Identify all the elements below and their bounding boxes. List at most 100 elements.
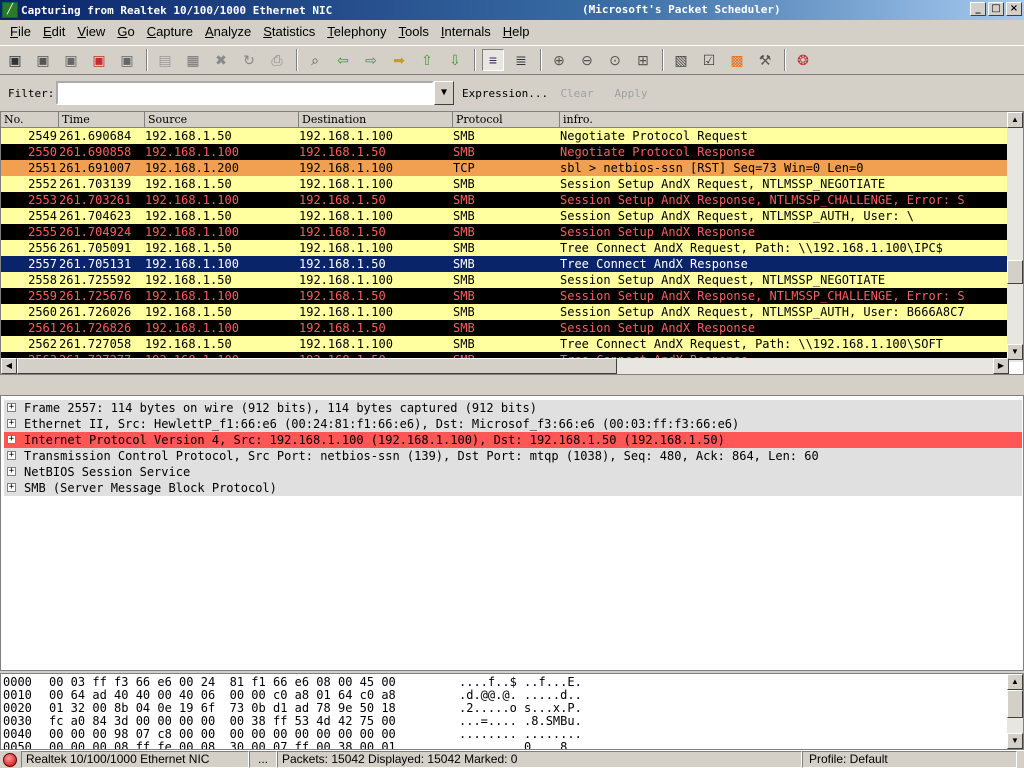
scroll-down-button[interactable]: ▼ xyxy=(1007,733,1023,749)
scroll-right-button[interactable]: ▶ xyxy=(993,358,1009,374)
scroll-thumb[interactable] xyxy=(1007,690,1023,718)
packet-row[interactable]: 2549 261.690684 192.168.1.50 192.168.1.100 S… xyxy=(1,128,1009,144)
go-forward-button[interactable]: ⇨ xyxy=(360,49,382,71)
options-button[interactable]: ▣ xyxy=(32,49,54,71)
menu-statistics[interactable]: Statistics xyxy=(257,22,321,42)
coloring-rules-button[interactable]: ▩ xyxy=(726,49,748,71)
menu-edit[interactable]: Edit xyxy=(37,22,71,42)
packet-row[interactable]: 2561 261.726826 192.168.1.100 192.168.1.50 S… xyxy=(1,320,1009,336)
status-profile[interactable]: Profile: Default xyxy=(802,751,1017,768)
expand-icon[interactable]: + xyxy=(7,451,16,460)
expression-button[interactable]: Expression... xyxy=(462,87,550,100)
restart-capture-button[interactable]: ▣ xyxy=(116,49,138,71)
packet-row[interactable]: 2558 261.725592 192.168.1.50 192.168.1.100 S… xyxy=(1,272,1009,288)
menu-view[interactable]: View xyxy=(71,22,111,42)
menu-go[interactable]: Go xyxy=(111,22,140,42)
apply-button[interactable]: Apply xyxy=(604,87,658,100)
scroll-thumb[interactable] xyxy=(1007,260,1023,284)
detail-row-netbios[interactable]: + NetBIOS Session Service xyxy=(4,464,1022,480)
capture-filters-button[interactable]: ▧ xyxy=(670,49,692,71)
packet-list-vscrollbar[interactable]: ▲ ▼ xyxy=(1007,112,1023,362)
open-file-button[interactable]: ▤ xyxy=(154,49,176,71)
column-header-protocol[interactable]: Protocol xyxy=(453,112,560,128)
packet-row[interactable]: 2552 261.703139 192.168.1.50 192.168.1.100 S… xyxy=(1,176,1009,192)
stop-capture-button[interactable]: ▣ xyxy=(88,49,110,71)
filter-input[interactable] xyxy=(56,81,434,105)
packet-no: 2555 xyxy=(28,225,57,239)
go-last-button[interactable]: ⇩ xyxy=(444,49,466,71)
find-packet-button[interactable]: ⌕ xyxy=(304,49,326,71)
packet-row[interactable]: 2554 261.704623 192.168.1.50 192.168.1.100 S… xyxy=(1,208,1009,224)
packet-destination: 192.168.1.100 xyxy=(299,241,393,255)
scroll-down-button[interactable]: ▼ xyxy=(1007,344,1023,360)
menu-capture[interactable]: Capture xyxy=(141,22,199,42)
resize-columns-icon: ⊞ xyxy=(637,51,649,68)
display-filters-button[interactable]: ☑ xyxy=(698,49,720,71)
go-first-button[interactable]: ⇧ xyxy=(416,49,438,71)
menu-help[interactable]: Help xyxy=(497,22,536,42)
menu-telephony[interactable]: Telephony xyxy=(321,22,392,42)
help-button[interactable]: ❂ xyxy=(792,49,814,71)
preferences-button[interactable]: ⚒ xyxy=(754,49,776,71)
detail-row-ip[interactable]: + Internet Protocol Version 4, Src: 192.1… xyxy=(4,432,1022,448)
expand-icon[interactable]: + xyxy=(7,467,16,476)
save-file-button[interactable]: ▦ xyxy=(182,49,204,71)
zoom-normal-button[interactable]: ⊙ xyxy=(604,49,626,71)
resize-columns-button[interactable]: ⊞ xyxy=(632,49,654,71)
capture-status-icon[interactable] xyxy=(3,752,17,767)
packet-row[interactable]: 2559 261.725676 192.168.1.100 192.168.1.50 S… xyxy=(1,288,1009,304)
scroll-up-button[interactable]: ▲ xyxy=(1007,112,1023,128)
packet-row[interactable]: 2555 261.704924 192.168.1.100 192.168.1.50 S… xyxy=(1,224,1009,240)
scroll-left-button[interactable]: ◀ xyxy=(1,358,17,374)
reload-button[interactable]: ↻ xyxy=(238,49,260,71)
packet-row[interactable]: 2551 261.691007 192.168.1.200 192.168.1.100… xyxy=(1,160,1009,176)
packet-row[interactable]: 2553 261.703261 192.168.1.100 192.168.1.50 S… xyxy=(1,192,1009,208)
packet-row[interactable]: 2557 261.705131 192.168.1.100 192.168.1.50 S… xyxy=(1,256,1009,272)
clear-button[interactable]: Clear xyxy=(550,87,604,100)
menu-file[interactable]: File xyxy=(4,22,37,42)
packet-list-hscrollbar[interactable]: ◀ ▶ xyxy=(1,358,1009,374)
packet-no: 2554 xyxy=(28,209,57,223)
close-file-button[interactable]: ✖ xyxy=(210,49,232,71)
detail-row-tcp[interactable]: + Transmission Control Protocol, Src Port… xyxy=(4,448,1022,464)
hscroll-thumb[interactable] xyxy=(17,358,617,374)
scroll-up-button[interactable]: ▲ xyxy=(1007,674,1023,690)
hex-vscrollbar[interactable]: ▲ ▼ xyxy=(1007,674,1023,749)
interfaces-button[interactable]: ▣ xyxy=(4,49,26,71)
menu-internals[interactable]: Internals xyxy=(435,22,497,42)
detail-text: Transmission Control Protocol, Src Port:… xyxy=(24,449,819,463)
colorize-button[interactable]: ≡ xyxy=(482,49,504,71)
column-header-source[interactable]: Source xyxy=(145,112,299,128)
expand-icon[interactable]: + xyxy=(7,435,16,444)
zoom-out-button[interactable]: ⊖ xyxy=(576,49,598,71)
zoom-in-button[interactable]: ⊕ xyxy=(548,49,570,71)
column-header-info[interactable]: infro. xyxy=(560,112,1009,128)
status-expert-button[interactable]: ... xyxy=(249,751,277,768)
menu-analyze[interactable]: Analyze xyxy=(199,22,257,42)
column-header-no[interactable]: No. xyxy=(1,112,59,128)
packet-row[interactable]: 2560 261.726026 192.168.1.50 192.168.1.100 S… xyxy=(1,304,1009,320)
expand-icon[interactable]: + xyxy=(7,419,16,428)
print-button[interactable]: ⎙ xyxy=(266,49,288,71)
expand-icon[interactable]: + xyxy=(7,483,16,492)
title-bar[interactable]: ╱ Capturing from Realtek 10/100/1000 Eth… xyxy=(0,0,1024,20)
close-button[interactable]: × xyxy=(1006,2,1022,16)
packet-row[interactable]: 2556 261.705091 192.168.1.50 192.168.1.100 S… xyxy=(1,240,1009,256)
filter-dropdown-button[interactable]: ▼ xyxy=(434,81,454,105)
go-back-button[interactable]: ⇦ xyxy=(332,49,354,71)
packet-row[interactable]: 2562 261.727058 192.168.1.50 192.168.1.100 S… xyxy=(1,336,1009,352)
expand-icon[interactable]: + xyxy=(7,403,16,412)
menu-tools[interactable]: Tools xyxy=(393,22,435,42)
go-to-packet-button[interactable]: ➡ xyxy=(388,49,410,71)
detail-row-frame[interactable]: + Frame 2557: 114 bytes on wire (912 bits… xyxy=(4,400,1022,416)
detail-row-smb[interactable]: + SMB (Server Message Block Protocol) xyxy=(4,480,1022,496)
auto-scroll-button[interactable]: ≣ xyxy=(510,49,532,71)
column-header-time[interactable]: Time xyxy=(59,112,145,128)
column-header-destination[interactable]: Destination xyxy=(299,112,453,128)
hex-row[interactable]: 0050 00 00 00 08 ff fe 00 08 30 00 07 ff … xyxy=(1,741,1023,750)
packet-row[interactable]: 2550 261.690858 192.168.1.100 192.168.1.50 S… xyxy=(1,144,1009,160)
start-capture-button[interactable]: ▣ xyxy=(60,49,82,71)
maximize-button[interactable]: □ xyxy=(988,2,1004,16)
minimize-button[interactable]: _ xyxy=(970,2,986,16)
detail-row-ethernet[interactable]: + Ethernet II, Src: HewlettP_f1:66:e6 (00… xyxy=(4,416,1022,432)
